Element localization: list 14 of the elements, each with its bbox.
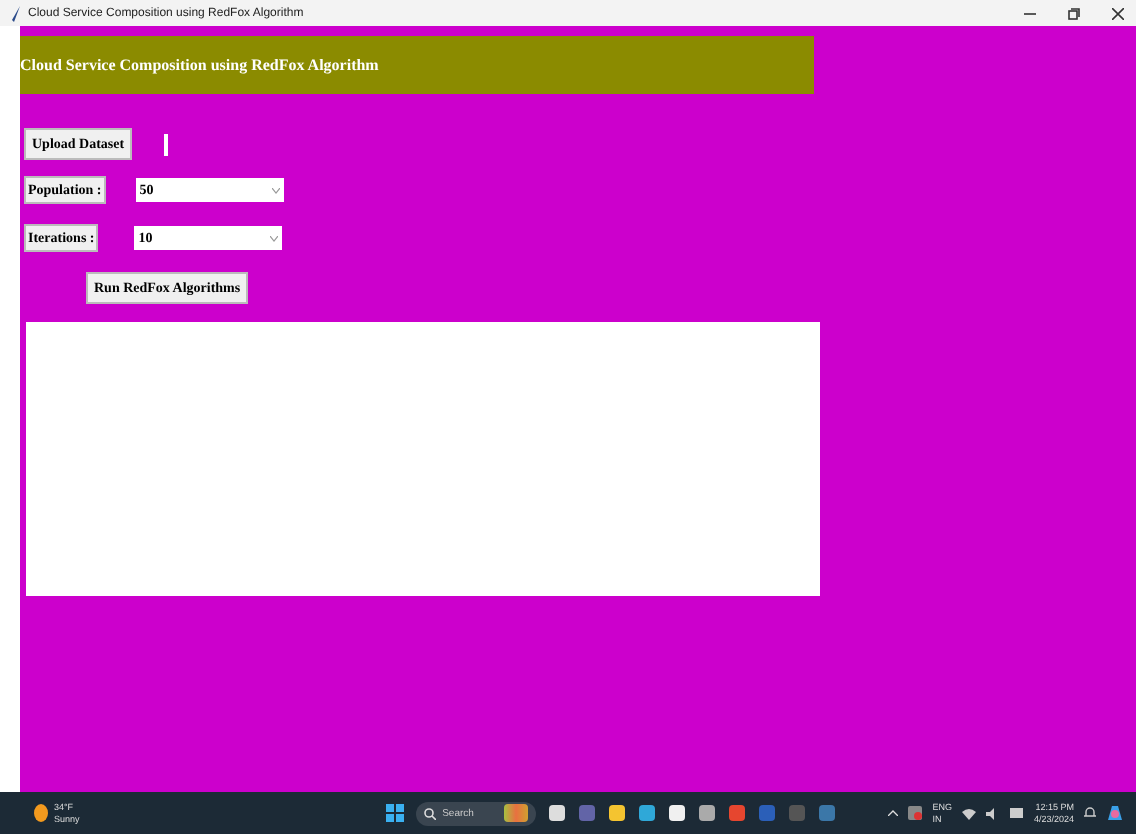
start-icon[interactable] [386, 804, 405, 822]
sun-icon [34, 804, 48, 822]
restore-icon[interactable] [1068, 7, 1080, 19]
wifi-icon[interactable] [961, 807, 976, 819]
caret-icon [270, 235, 279, 241]
minimize-icon[interactable] [1024, 7, 1036, 19]
speaker-icon[interactable] [985, 807, 1000, 819]
caret-icon [271, 187, 280, 193]
path-field [164, 133, 169, 155]
app-title: Cloud Service Composition using RedFox Algorithm [20, 56, 379, 74]
close-icon[interactable] [1112, 7, 1124, 19]
feather-icon [12, 5, 22, 21]
chevron-icon[interactable] [888, 810, 899, 816]
search-icon [424, 807, 437, 819]
